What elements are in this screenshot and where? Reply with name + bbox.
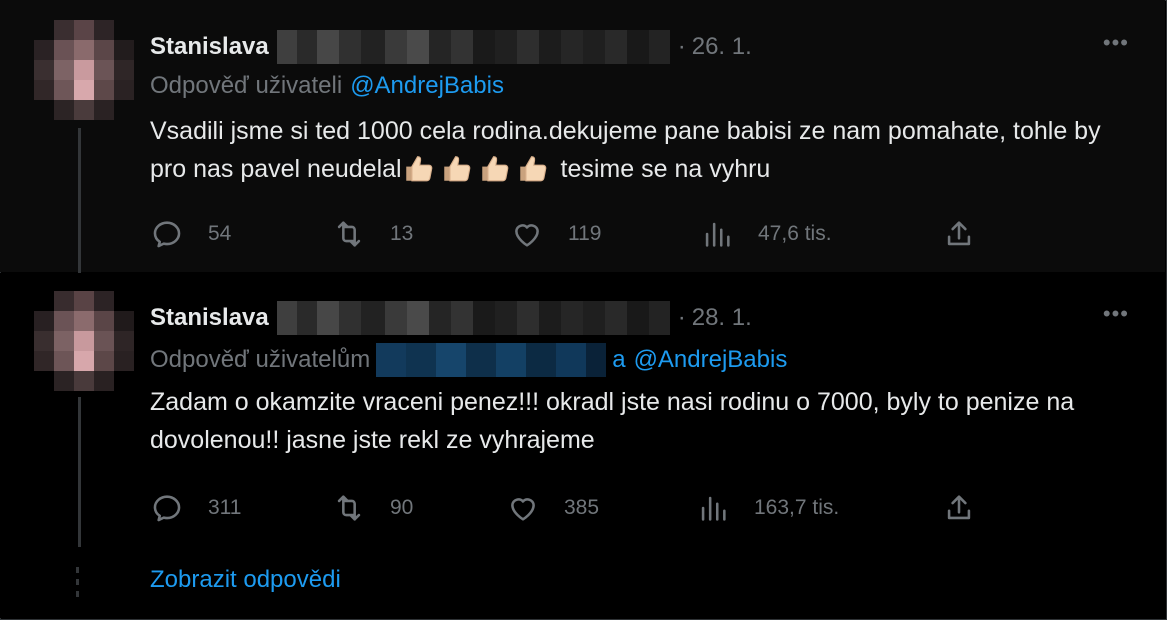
date-separator: · — [677, 33, 686, 60]
reply-button[interactable]: 54 — [150, 214, 231, 254]
reply-icon — [153, 495, 181, 522]
reply-prefix: Odpověď uživatelům — [150, 346, 371, 373]
more-options-icon[interactable]: ••• — [1103, 30, 1129, 56]
heart-icon — [515, 224, 539, 247]
tweet-text: Vsadili jsme si ted 1000 cela rodina.dek… — [150, 112, 1140, 188]
like-count: 385 — [564, 496, 600, 519]
reply-prefix: Odpověď uživateli — [150, 72, 343, 99]
thread-line — [78, 128, 81, 278]
reply-button[interactable]: 311 — [150, 488, 241, 528]
thumbs-up-icon — [405, 156, 432, 182]
emoji-group — [402, 155, 554, 183]
tweet-text: Zadam o okamzite vraceni penez!!! okradl… — [150, 388, 1075, 454]
more-options-icon[interactable]: ••• — [1103, 301, 1129, 327]
like-button[interactable]: 385 — [506, 488, 599, 528]
thumbs-up-icon — [519, 156, 546, 182]
reply-icon — [153, 221, 181, 248]
reply-context: Odpověď uživatelům a @AndrejBabis — [150, 343, 787, 377]
repost-icon — [337, 221, 361, 247]
views-button[interactable]: 163,7 tis. — [696, 488, 839, 528]
views-count: 47,6 tis. — [758, 222, 832, 245]
tweet-header: Stanislava · 28. 1. — [150, 301, 752, 335]
repost-button[interactable]: 13 — [332, 214, 413, 254]
author-name[interactable]: Stanislava — [150, 33, 269, 61]
mention-joiner: a — [612, 346, 626, 373]
repost-count: 13 — [390, 222, 414, 245]
redacted-mention — [376, 343, 607, 377]
like-button[interactable]: 119 — [510, 214, 601, 254]
reply-count: 311 — [208, 496, 242, 519]
tweet-text-part: tesime se na vyhru — [553, 155, 771, 183]
views-button[interactable]: 47,6 tis. — [700, 214, 832, 254]
thread-line — [78, 397, 81, 547]
mention-link[interactable]: @AndrejBabis — [634, 346, 788, 374]
views-chart-icon — [705, 222, 730, 247]
tweet-header: Stanislava · 26. 1. — [150, 30, 752, 64]
tweet-date[interactable]: 26. 1. — [692, 33, 752, 61]
date-separator: · — [677, 304, 686, 331]
action-bar: 54 13 119 47,6 tis. — [150, 214, 990, 254]
share-button[interactable] — [942, 488, 1000, 528]
reply-count: 54 — [208, 222, 232, 245]
share-icon — [947, 495, 971, 520]
show-replies-link[interactable]: Zobrazit odpovědi — [150, 566, 341, 594]
views-chart-icon — [701, 496, 726, 521]
repost-count: 90 — [390, 496, 414, 519]
author-name[interactable]: Stanislava — [150, 304, 269, 332]
like-count: 119 — [568, 222, 602, 245]
repost-button[interactable]: 90 — [332, 488, 413, 528]
mention-link[interactable]: @AndrejBabis — [350, 72, 504, 100]
tweet-date[interactable]: 28. 1. — [692, 304, 752, 332]
avatar-pixelated[interactable] — [34, 291, 134, 391]
share-button[interactable] — [942, 214, 1000, 254]
repost-icon — [337, 495, 361, 521]
heart-icon — [511, 498, 535, 521]
share-icon — [947, 221, 971, 246]
views-count: 163,7 tis. — [754, 496, 840, 519]
thread-continuation-dots — [76, 567, 80, 603]
redacted-handle — [276, 30, 672, 64]
action-bar: 311 90 385 163,7 tis. — [150, 488, 990, 528]
redacted-handle — [276, 301, 672, 335]
thumbs-up-icon — [443, 156, 470, 182]
tweet-1[interactable]: Stanislava · 26. 1. ••• Odpověď uživatel… — [0, 0, 1165, 278]
thumbs-up-icon — [481, 156, 508, 182]
reply-context: Odpověď uživateli @AndrejBabis — [150, 72, 504, 100]
avatar-pixelated[interactable] — [34, 20, 134, 120]
